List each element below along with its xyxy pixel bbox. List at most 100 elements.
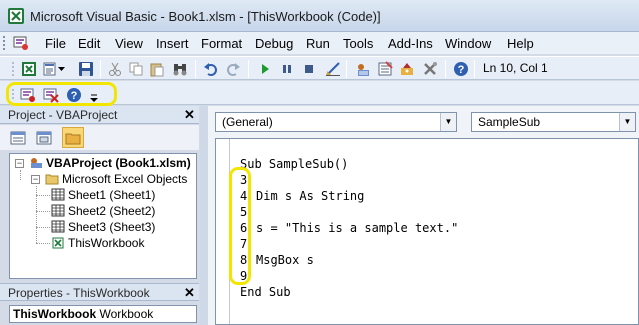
system-menu-icon[interactable] [13,35,29,51]
chevron-down-icon[interactable]: ▼ [440,113,456,131]
toolbar-separator [346,60,347,78]
panel-splitter[interactable] [200,106,208,325]
tree-label-sheet1: Sheet1 (Sheet1) [68,188,156,202]
properties-icon[interactable] [376,60,394,78]
find-icon[interactable] [171,60,189,78]
cut-icon[interactable] [106,60,124,78]
tree-item-sheet2[interactable]: Sheet2 (Sheet2) [51,204,155,219]
tree-item-vbaproject[interactable]: VBAProject (Book1.xlsm) [29,156,191,171]
menu-run[interactable]: Run [306,36,330,51]
toolbox-icon[interactable] [421,60,439,78]
tree-collapse-folder[interactable]: − [31,175,40,184]
paste-icon[interactable] [148,60,166,78]
line-numbers-highlight [229,167,251,285]
menu-help[interactable]: Help [507,36,534,51]
worksheet-icon [51,204,65,217]
properties-panel-title: Properties - ThisWorkbook [8,286,150,300]
design-mode-icon[interactable] [324,60,342,78]
code-line[interactable]: Sub SampleSub() [240,157,348,171]
insert-dropdown-icon[interactable] [57,60,65,78]
procedure-combo[interactable]: SampleSub ▼ [471,112,636,132]
project-panel-title: Project - VBAProject [8,108,118,122]
tree-connector [36,211,50,212]
tree-label-vbaproject: VBAProject (Book1.xlsm) [46,156,191,170]
svg-text:?: ? [458,64,465,76]
folder-icon [45,174,59,185]
help-icon[interactable]: ? [452,60,470,78]
svg-text:?: ? [71,90,78,102]
project-panel-toolbar [0,125,199,150]
save-icon[interactable] [77,60,95,78]
menu-window[interactable]: Window [445,36,491,51]
edit-toolbar-dropdown-icon[interactable] [89,89,99,107]
undo-icon[interactable] [202,60,220,78]
tree-label-sheet2: Sheet2 (Sheet2) [68,204,156,218]
edit-toolbar-grip[interactable] [10,86,16,104]
tree-connector [36,227,50,228]
menu-debug[interactable]: Debug [255,36,293,51]
code-line[interactable]: s = "This is a sample text." [256,221,458,235]
clear-all-breakpoints-icon[interactable] [42,86,60,104]
code-margin[interactable] [216,139,230,324]
menu-file[interactable]: File [45,36,66,51]
menu-grip[interactable] [3,36,6,50]
code-window: (General) ▼ SampleSub ▼ Sub SampleSub() … [208,106,639,325]
code-line[interactable]: Dim s As String [256,189,364,203]
tree-connector [36,195,50,196]
view-code-icon[interactable] [9,129,27,147]
toolbar-separator [100,60,101,78]
worksheet-icon [51,188,65,201]
view-excel-icon[interactable] [20,60,38,78]
view-object-icon[interactable] [35,129,53,147]
code-line[interactable]: MsgBox s [256,253,314,267]
toolbar-separator [445,60,446,78]
tree-connector [20,170,21,180]
menu-bar: File Edit View Insert Format Debug Run T… [0,32,639,54]
object-combo[interactable]: (General) ▼ [215,112,457,132]
toggle-breakpoint-icon[interactable] [19,86,37,104]
properties-object-select[interactable]: ThisWorkbook Workbook [9,305,197,323]
menu-tools[interactable]: Tools [343,36,373,51]
object-browser-icon[interactable] [398,60,416,78]
properties-close-icon[interactable]: ✕ [183,286,196,299]
break-icon[interactable] [278,60,296,78]
tree-label-thisworkbook: ThisWorkbook [68,236,145,250]
vba-project-icon [31,158,42,168]
project-tree: − VBAProject (Book1.xlsm) − Microsoft Ex… [9,153,197,279]
tree-item-thisworkbook[interactable]: ThisWorkbook [51,236,144,251]
procedure-combo-value: SampleSub [478,115,541,129]
tree-item-sheet1[interactable]: Sheet1 (Sheet1) [51,188,155,203]
tree-connector [36,243,50,244]
redo-icon[interactable] [224,60,242,78]
worksheet-icon [51,220,65,233]
window-title: Microsoft Visual Basic - Book1.xlsm - [T… [30,9,381,24]
code-line[interactable]: End Sub [240,285,291,299]
excel-app-icon [8,8,24,24]
tree-item-sheet3[interactable]: Sheet3 (Sheet3) [51,220,155,235]
menu-view[interactable]: View [115,36,143,51]
properties-panel-header: Properties - ThisWorkbook ✕ [0,283,199,301]
object-combo-value: (General) [222,115,273,129]
title-bar: Microsoft Visual Basic - Book1.xlsm - [T… [0,0,639,32]
workbook-icon [52,237,64,249]
toolbar-separator [474,60,475,78]
menu-insert[interactable]: Insert [156,36,189,51]
menu-format[interactable]: Format [201,36,242,51]
toolbar-separator [248,60,249,78]
standard-toolbar: ? Ln 10, Col 1 [0,56,639,80]
project-explorer-icon[interactable] [354,60,372,78]
chevron-down-icon[interactable]: ▼ [619,113,635,131]
project-close-icon[interactable]: ✕ [183,108,196,121]
edit-help-icon[interactable]: ? [65,86,83,104]
menu-edit[interactable]: Edit [78,36,100,51]
toolbar-separator [195,60,196,78]
menu-add-ins[interactable]: Add-Ins [388,36,433,51]
properties-object-type: Workbook [99,307,154,321]
copy-icon[interactable] [127,60,145,78]
tree-item-excel-objects[interactable]: Microsoft Excel Objects [45,172,187,187]
reset-icon[interactable] [300,60,318,78]
toggle-folders-icon[interactable] [62,127,84,148]
tree-collapse-root[interactable]: − [15,159,24,168]
run-icon[interactable] [256,60,274,78]
code-editor[interactable]: Sub SampleSub() 3 4 Dim s As String 5 6 … [215,138,639,325]
